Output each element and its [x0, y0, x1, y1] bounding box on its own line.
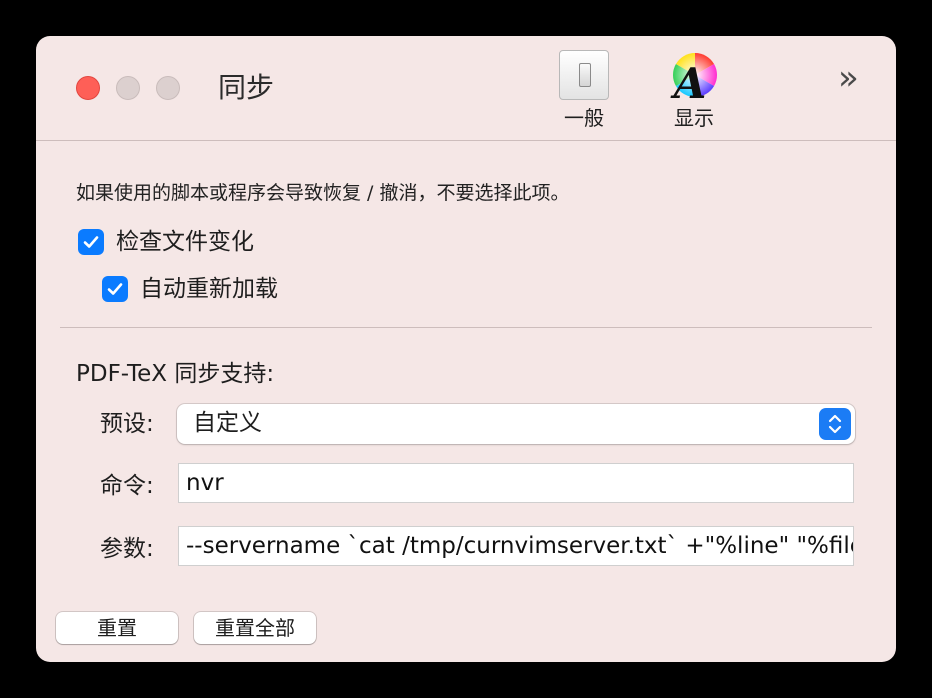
preset-popup-button[interactable]: 自定义	[177, 404, 855, 444]
svg-text:A: A	[670, 59, 707, 102]
window-title: 同步	[218, 71, 275, 104]
toolbar-item-general[interactable]: 一般	[544, 50, 624, 136]
command-label: 命令:	[100, 473, 154, 499]
arguments-field[interactable]: --servername `cat /tmp/curnvimserver.txt…	[178, 526, 854, 566]
toolbar-item-general-label: 一般	[564, 106, 604, 130]
auto-reload-label[interactable]: 自动重新加载	[140, 274, 278, 304]
auto-reload-checkbox[interactable]	[102, 276, 128, 302]
reset-all-button[interactable]: 重置全部	[194, 612, 316, 644]
check-file-changes-label[interactable]: 检查文件变化	[116, 227, 254, 257]
sync-hint-text: 如果使用的脚本或程序会导致恢复 / 撤消，不要选择此项。	[76, 182, 570, 204]
pdf-tex-section-title: PDF-TeX 同步支持:	[76, 361, 275, 387]
zoom-window-button[interactable]	[156, 76, 180, 100]
toolbar-item-display-label: 显示	[674, 106, 714, 130]
section-divider	[60, 327, 872, 328]
minimize-window-button[interactable]	[116, 76, 140, 100]
updown-chevron-icon	[819, 408, 851, 440]
preset-value: 自定义	[193, 410, 262, 436]
toggle-switch-icon	[558, 50, 610, 102]
check-file-changes-checkbox[interactable]	[78, 229, 104, 255]
font-color-wheel-icon: A	[668, 50, 720, 108]
preset-label: 预设:	[100, 411, 154, 437]
close-window-button[interactable]	[76, 76, 100, 100]
checkmark-icon	[83, 236, 99, 248]
reset-button[interactable]: 重置	[56, 612, 178, 644]
double-chevron-right-icon[interactable]: »	[838, 58, 859, 98]
arguments-label: 参数:	[100, 536, 154, 562]
checkmark-icon	[107, 283, 123, 295]
toolbar-item-display[interactable]: A 显示	[654, 50, 734, 136]
titlebar-toolbar: 同步 一般 A 显示 »	[36, 36, 896, 141]
command-field[interactable]: nvr	[178, 463, 854, 503]
preferences-window: 同步 一般 A 显示 » 如果使用的脚本或程序会导致恢复 / 撤消，不要选择此项…	[36, 36, 896, 662]
